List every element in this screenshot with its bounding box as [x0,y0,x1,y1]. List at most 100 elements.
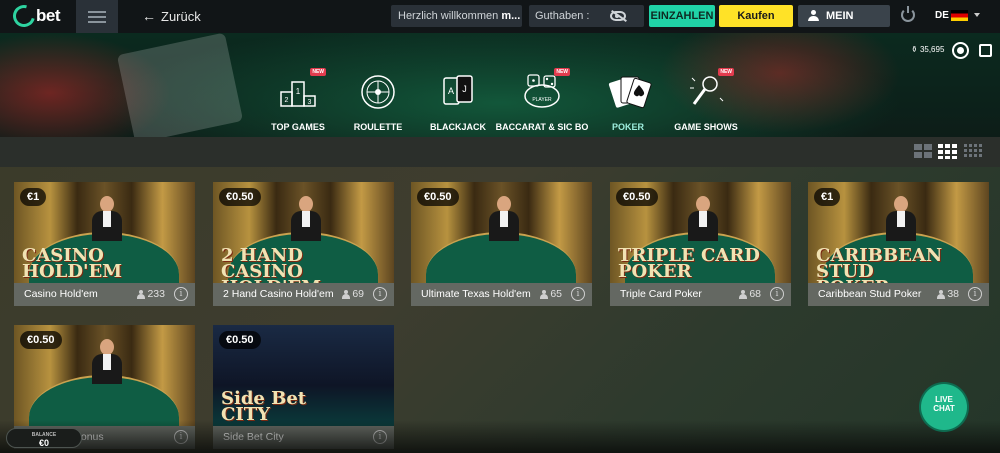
person-icon [937,289,946,299]
svg-text:3: 3 [308,99,312,106]
balance-widget: BALANCE €0 [6,428,82,448]
game-thumbnail[interactable]: €0.50 [411,182,592,283]
info-icon[interactable]: i [770,287,784,301]
game-logo: CARIBBEAN STUD POKER [816,245,943,284]
stake-badge: €1 [20,188,47,206]
coin-icon: ⚱ [911,45,918,54]
game-name: Ultimate Texas Hold'em [421,288,531,300]
back-link[interactable]: ← Zurück [142,8,201,24]
category-label: BACCARAT & SIC BO [495,122,589,132]
game-tile[interactable]: CARIBBEAN STUD POKER €1 Caribbean Stud Pok… [808,182,989,306]
new-badge: NEW [718,68,734,76]
game-footer: Caribbean Stud Poker 38 i [808,283,989,306]
game-footer: Triple Card Poker 68 i [610,283,791,306]
info-icon[interactable]: i [373,287,387,301]
bottom-fade [0,420,1000,453]
logo-text: bet [36,6,61,25]
stake-badge: €0.50 [20,331,62,349]
player-count: 38 [937,288,959,300]
stake-badge: €0.50 [219,331,261,349]
back-label: Zurück [161,8,201,24]
live-chat-label-2: CHAT [933,404,955,413]
info-icon[interactable]: i [968,287,982,301]
game-name: Triple Card Poker [620,288,702,300]
category-game-shows[interactable]: NEW GAME SHOWS [656,68,756,132]
my-account-button[interactable]: MEIN KONTO [798,5,890,44]
game-tile[interactable]: CASINO HOLD'EM €1 Casino Hold'em 233 i [14,182,195,306]
player-count-value: 65 [550,288,562,300]
game-thumbnail[interactable]: TRIPLE CARD POKER €0.50 [610,182,791,283]
player-count-value: 233 [147,288,165,300]
cbet-logo[interactable]: bet [8,0,61,32]
game-name: Casino Hold'em [24,288,98,300]
power-icon[interactable] [901,6,915,22]
view-toggle-bar [0,137,1000,167]
fullscreen-icon[interactable] [979,44,992,57]
welcome-box: Herzlich willkommen m... [391,5,522,27]
logo-c-icon [8,0,40,32]
grid-small-view-icon[interactable] [964,144,982,159]
balance-widget-value: €0 [38,438,49,448]
menu-button[interactable] [76,0,118,33]
game-thumbnail[interactable]: €0.50 [14,325,195,426]
game-name: 2 Hand Casino Hold'em [223,288,334,300]
svg-text:A: A [448,86,454,96]
new-badge: NEW [554,68,570,76]
game-name: Caribbean Stud Poker [818,288,922,300]
grid-medium-view-icon[interactable] [938,144,957,159]
dice-icon: PLAYER NEW [522,68,570,110]
game-tile[interactable]: TRIPLE CARD POKER €0.50 Triple Card Poker 6… [610,182,791,306]
info-icon[interactable]: i [571,287,585,301]
person-icon [739,289,748,299]
poker-cards-icon [608,72,652,110]
person-icon [342,289,351,299]
buy-cbet-button[interactable]: Kaufen $CBET [719,5,793,44]
player-count: 69 [342,288,364,300]
svg-text:J: J [462,84,467,94]
language-code[interactable]: DE [935,10,949,21]
deposit-button[interactable]: EINZAHLEN [649,5,715,27]
game-tile[interactable]: €0.50 Ultimate Texas Hold'em 65 i [411,182,592,306]
game-thumbnail[interactable]: Side Bet CITY €0.50 [213,325,394,426]
live-chat-button[interactable]: LIVE CHAT [921,384,967,430]
grid-large-view-icon[interactable] [914,144,932,159]
stake-badge: €0.50 [616,188,658,206]
jackpot-value: 35,695 [919,45,945,54]
dealer [92,339,122,384]
stake-badge: €0.50 [219,188,261,206]
german-flag-icon[interactable] [951,10,968,21]
game-footer: Casino Hold'em 233 i [14,283,195,306]
top-bar: bet ← Zurück Herzlich willkommen m... Gu… [0,0,1000,44]
player-count: 68 [739,288,761,300]
info-icon[interactable]: i [174,287,188,301]
game-thumbnail[interactable]: CARIBBEAN STUD POKER €1 [808,182,989,283]
game-thumbnail[interactable]: CASINO HOLD'EM €1 [14,182,195,283]
player-text: PLAYER [532,97,552,103]
stake-badge: €0.50 [417,188,459,206]
roulette-wheel-icon [358,72,398,110]
balance-label: Guthaben : [535,10,590,22]
arrow-left-icon: ← [142,8,156,24]
new-badge: NEW [310,68,326,76]
player-count-value: 69 [352,288,364,300]
settings-icon[interactable] [952,42,969,59]
eye-hidden-icon[interactable] [610,11,626,21]
dealer [489,196,519,241]
game-footer: 2 Hand Casino Hold'em 69 i [213,283,394,306]
dealer [92,196,122,241]
game-tile[interactable]: 2 HAND CASINO HOLD'EM €0.50 2 Hand Casino … [213,182,394,306]
user-icon [808,10,819,22]
person-icon [137,289,146,299]
svg-text:2: 2 [285,97,289,104]
person-icon [540,289,549,299]
welcome-user: m... [501,10,521,22]
background-card-decoration [116,32,244,144]
game-logo: Side Bet CITY [221,388,307,425]
game-logo: 2 HAND CASINO HOLD'EM [221,245,321,284]
balance-field: Guthaben : [529,5,644,27]
player-count-value: 38 [947,288,959,300]
podium-icon: 1 2 3 NEW [278,68,326,110]
game-thumbnail[interactable]: 2 HAND CASINO HOLD'EM €0.50 [213,182,394,283]
chevron-down-icon[interactable] [974,13,980,17]
category-baccarat-sic-bo[interactable]: PLAYER NEW BACCARAT & SIC BO [492,68,592,132]
